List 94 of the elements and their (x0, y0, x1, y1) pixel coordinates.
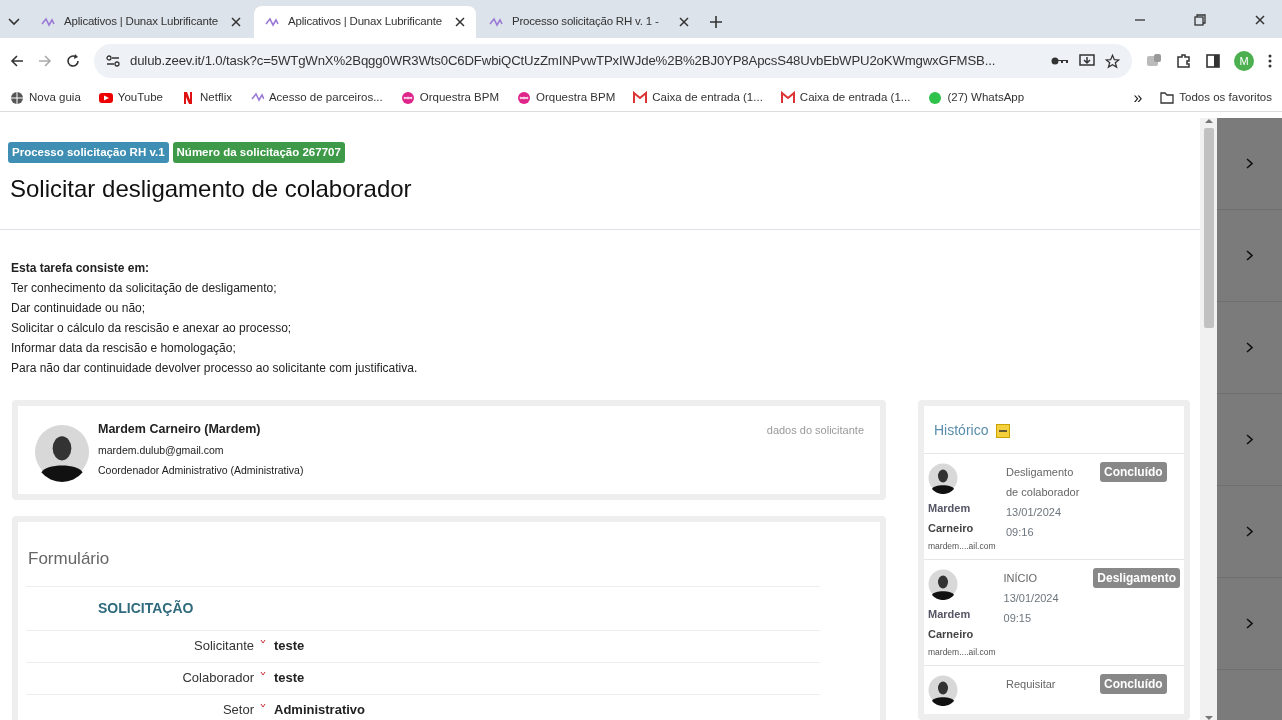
field-value: teste (273, 637, 305, 656)
activity-name: Desligamento (1006, 465, 1075, 480)
collapse-icon[interactable] (996, 423, 1011, 438)
bookmark[interactable]: Orquestra BPM (400, 88, 499, 107)
all-bookmarks-button[interactable]: Todos os favoritos (1160, 88, 1272, 107)
user-email: mardem....ail.com (928, 540, 997, 553)
user-name: Carneiro (928, 626, 975, 642)
activity-name: INÍCIO (1003, 570, 1039, 586)
letter-n-icon (181, 90, 195, 105)
scroll-up-icon[interactable] (1204, 118, 1213, 124)
activity-name: Requisitar (1006, 676, 1057, 692)
reload-icon[interactable] (66, 54, 80, 68)
url-text: dulub.zeev.it/1.0/task?c=5WTgWnX%2Bqgg0WR3Wts0C6DFwbiQCtUzZmINPvwTPxIWJde%2B%2BJ0YP8ApcsS48UvbEbWPU2oKWmgwxGFMSB... (130, 52, 997, 71)
envelope-icon (780, 90, 795, 105)
task-line: Dar continuidade ou não; (11, 300, 147, 317)
close-icon[interactable] (230, 16, 242, 28)
chevron-right-icon[interactable] (1246, 342, 1253, 353)
restore-icon[interactable] (1194, 14, 1206, 26)
avatar-icon (928, 673, 958, 706)
process-tag: Número da solicitação 267707 (172, 142, 345, 164)
chevron-right-icon[interactable] (1246, 250, 1253, 261)
task-line: Informar data da rescisão e homologação; (11, 340, 237, 357)
browser-tab[interactable]: Aplicativos | Dunax Lubrificante (254, 6, 476, 38)
bookmark[interactable]: Orquestra BPM (517, 88, 616, 107)
task-line: Para não dar continuidade devolver processo ao solicitante com justificativa. (11, 360, 419, 377)
user-name: Mardem (928, 606, 972, 622)
address-bar[interactable]: dulub.zeev.it/1.0/task?c=5WTgWnX%2Bqgg0WR3Wts0C6DFwbiQCtUzZmINPvwTPxIWJde%2B%2BJ0YP8ApcsS48UvbEbWPU2oKWmgwxGFMSB... (94, 44, 1132, 78)
bookmark[interactable]: Netflix (181, 88, 232, 107)
side-panel-icon[interactable] (1206, 54, 1220, 68)
field-label: Solicitante (193, 637, 255, 656)
tab-search-icon[interactable] (8, 18, 20, 26)
status-tag: Concluído (1100, 462, 1167, 482)
avatar-icon (34, 422, 90, 482)
scrollbar-thumb[interactable] (1203, 128, 1214, 328)
close-icon[interactable] (678, 16, 690, 28)
avatar-icon (928, 462, 958, 494)
scroll-down-icon[interactable] (1204, 715, 1213, 720)
close-icon[interactable] (1254, 14, 1266, 26)
requester-name: Mardem Carneiro (Mardem) (98, 421, 262, 438)
chevron-right-icon[interactable] (1246, 434, 1253, 445)
avatar-icon (928, 567, 958, 600)
envelope-icon (633, 90, 648, 105)
tab-favicon (488, 16, 504, 28)
task-line: Ter conhecimento da solicitação de desligamento; (11, 280, 278, 297)
browser-tab[interactable]: Processo solicitação RH v. 1 - (478, 6, 700, 38)
globe-icon (10, 90, 24, 105)
folder-icon (1160, 91, 1175, 104)
entry-time: 09:15 (1003, 610, 1033, 626)
puzzle-icon[interactable] (1176, 53, 1192, 69)
activity-name: de colaborador (1006, 485, 1081, 500)
tab-favicon (40, 16, 56, 28)
play-icon (98, 90, 113, 105)
new-tab-icon[interactable] (710, 16, 722, 28)
menu-icon[interactable] (1268, 54, 1272, 68)
more-bookmarks-button[interactable]: » (1133, 85, 1143, 110)
history-title: Histórico (934, 421, 989, 440)
form-title: Formulário (27, 548, 111, 570)
bookmark[interactable]: Caixa de entrada (1... (780, 88, 911, 107)
entry-date: 13/01/2024 (1003, 590, 1060, 606)
section-heading: SOLICITAÇÃO (97, 598, 194, 618)
chevron-right-icon[interactable] (1246, 526, 1253, 537)
task-line: Solicitar o cálculo da rescisão e anexar ao processo; (11, 320, 293, 337)
field-value: Administrativo (273, 701, 365, 720)
key-icon[interactable] (1051, 56, 1069, 66)
user-name: Mardem (928, 501, 972, 516)
status-tag: Desligamento (1093, 567, 1180, 588)
process-tag: Processo solicitação RH v.1 (8, 142, 169, 164)
chevron-right-icon[interactable] (1246, 158, 1253, 169)
site-settings-icon[interactable] (106, 55, 120, 67)
bookmark[interactable]: YouTube (98, 88, 163, 107)
bookmark[interactable]: Caixa de entrada (1... (633, 88, 763, 107)
page-title: Solicitar desligamento de colaborador (10, 174, 413, 205)
field-label: Colaborador (181, 669, 255, 688)
requester-role: Coordenador Administrativo (Administrativa) (98, 462, 305, 478)
requester-caption: dados do solicitante (766, 423, 864, 438)
user-email: mardem....ail.com (928, 645, 996, 659)
close-icon[interactable] (454, 16, 466, 28)
entry-date: 13/01/2024 (1006, 505, 1063, 520)
chevron-right-icon[interactable] (1246, 618, 1253, 629)
requester-email: mardem.dulub@gmail.com (98, 442, 225, 458)
bookmark[interactable]: Nova guia (10, 88, 81, 107)
star-icon[interactable] (1105, 53, 1120, 69)
entry-time: 09:16 (1006, 525, 1035, 540)
install-icon[interactable] (1079, 54, 1095, 68)
status-tag: Concluído (1100, 673, 1167, 694)
back-icon[interactable] (10, 54, 24, 68)
tab-favicon (264, 16, 280, 28)
field-label: Setor (221, 701, 255, 720)
task-heading: Esta tarefa consiste em: (11, 260, 151, 277)
bookmark[interactable]: (27) WhatsApp (928, 88, 1025, 107)
field-value: teste (273, 669, 305, 688)
bookmark[interactable]: Acesso de parceiros... (249, 88, 383, 107)
user-name: Carneiro (928, 521, 975, 536)
browser-tab[interactable]: Aplicativos | Dunax Lubrificante (30, 6, 252, 38)
